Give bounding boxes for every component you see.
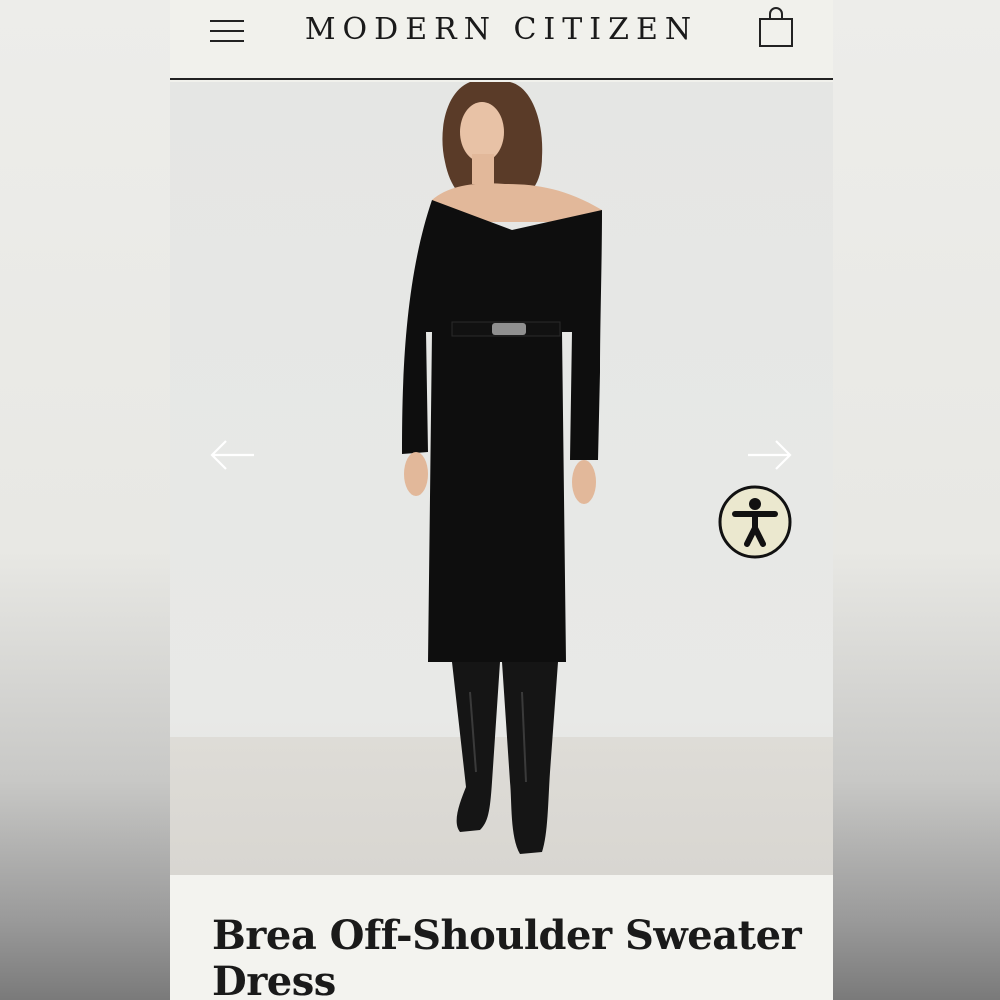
product-title: Brea Off-Shoulder Sweater Dress bbox=[212, 912, 802, 1000]
next-image-arrow-icon[interactable] bbox=[746, 437, 794, 473]
background-right bbox=[833, 0, 1000, 1000]
site-header: MODERN CITIZEN bbox=[170, 0, 833, 80]
shopping-bag-icon[interactable] bbox=[758, 6, 794, 48]
previous-image-arrow-icon[interactable] bbox=[208, 437, 256, 473]
accessibility-person-icon[interactable] bbox=[717, 484, 793, 560]
background-left bbox=[0, 0, 170, 1000]
product-photo-model bbox=[402, 82, 602, 854]
product-image-gallery bbox=[170, 82, 833, 875]
brand-logo[interactable]: MODERN CITIZEN bbox=[170, 12, 833, 47]
product-info: Brea Off-Shoulder Sweater Dress bbox=[170, 875, 833, 1000]
mobile-page: MODERN CITIZEN Brea Off-Shoulder Sweater… bbox=[170, 0, 833, 1000]
